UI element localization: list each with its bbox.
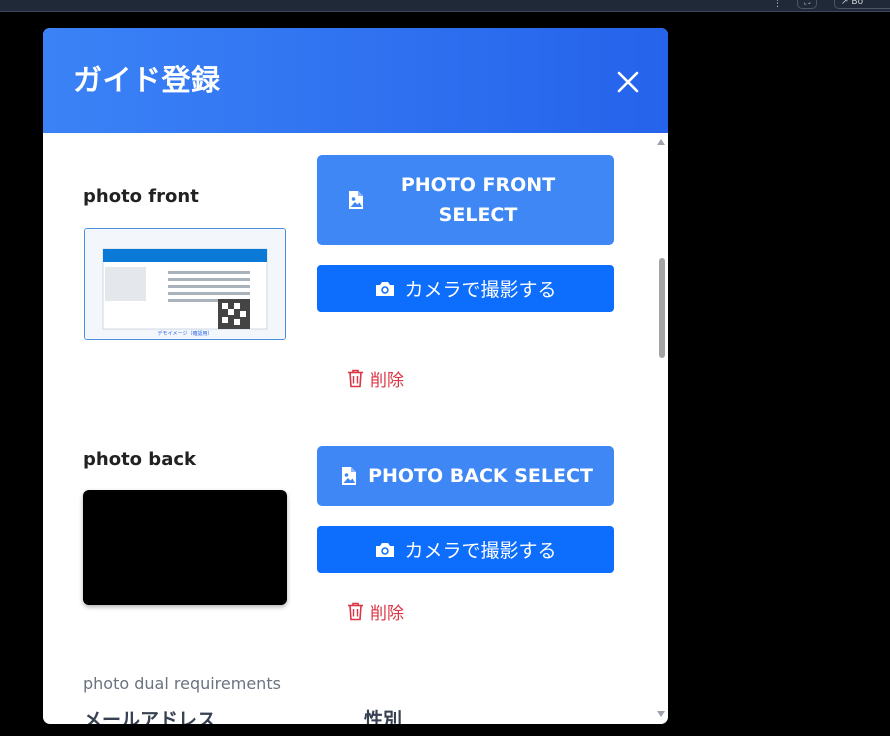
guide-registration-modal: ガイド登録 photo front デモイメージ（確認用） PHOTO FRON… [43,28,668,724]
modal-scrollbar[interactable] [654,133,668,724]
photo-front-select-button[interactable]: PHOTO FRONT SELECT [317,155,614,245]
modal-header: ガイド登録 [43,28,668,133]
modal-body: photo front デモイメージ（確認用） PHOTO FRONT SELE… [43,133,668,724]
close-icon [617,71,639,93]
browser-toolbar-strip: ⋮ ⛶ ↗ Bo [0,0,890,12]
demo-image-caption: デモイメージ（確認用） [157,331,213,337]
photo-back-delete-button[interactable]: 削除 [347,599,404,624]
toolbar-button[interactable]: ⛶ [797,0,818,9]
qr-code-icon [218,299,250,329]
photo-back-select-button[interactable]: PHOTO BACK SELECT [317,446,614,506]
photo-front-delete-label: 削除 [370,371,404,391]
toolbar-button-partial[interactable]: ↗ Bo [834,0,890,9]
gender-field-label: 性別 [364,709,403,724]
photo-front-select-line1: PHOTO FRONT [400,174,556,196]
trash-icon [348,602,363,621]
photo-back-preview[interactable] [83,490,287,605]
photo-back-delete-label: 削除 [370,604,404,624]
tool-icon[interactable]: ⋮ [773,0,782,9]
camera-icon [376,281,395,296]
scroll-up-arrow-icon[interactable] [657,139,665,145]
photo-front-preview[interactable]: デモイメージ（確認用） [84,228,286,340]
camera-icon [376,542,395,557]
photo-back-camera-button[interactable]: カメラで撮影する [317,526,614,573]
trash-icon [348,369,363,388]
modal-title: ガイド登録 [73,63,221,97]
image-file-icon [349,191,363,209]
image-file-icon [342,467,357,485]
photo-front-label: photo front [83,186,199,207]
email-field-label: メールアドレス [83,709,217,724]
photo-front-select-line2: SELECT [438,204,518,226]
photo-back-label: photo back [83,449,196,470]
photo-back-camera-label: カメラで撮影する [404,540,557,562]
scrollbar-thumb[interactable] [659,258,665,358]
photo-front-camera-button[interactable]: カメラで撮影する [317,265,614,312]
photo-requirements-text: photo dual requirements [83,674,281,693]
scroll-down-arrow-icon[interactable] [657,711,665,717]
photo-front-delete-button[interactable]: 削除 [347,366,404,391]
photo-front-camera-label: カメラで撮影する [404,279,557,301]
photo-back-select-label: PHOTO BACK SELECT [368,465,593,487]
close-button[interactable] [614,68,642,96]
id-card-demo-image [85,229,285,339]
